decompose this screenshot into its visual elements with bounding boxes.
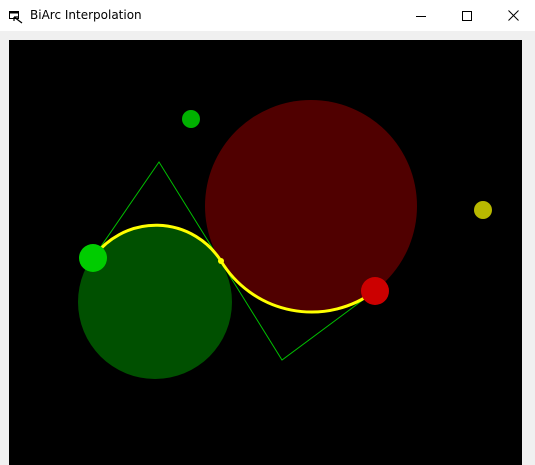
app-window: BiArc Interpolation xyxy=(0,0,535,465)
maximize-button[interactable] xyxy=(444,0,490,31)
end-tangent-handle[interactable] xyxy=(474,201,492,219)
app-icon xyxy=(9,9,23,24)
start-point-handle[interactable] xyxy=(79,244,107,272)
biarc-joint-point xyxy=(218,258,224,264)
drawing-canvas[interactable] xyxy=(9,40,522,465)
start-tangent-handle[interactable] xyxy=(182,110,200,128)
window-title: BiArc Interpolation xyxy=(30,8,142,22)
close-button[interactable] xyxy=(490,0,535,31)
maximize-icon xyxy=(462,10,472,21)
title-bar[interactable]: BiArc Interpolation xyxy=(0,0,535,31)
end-point-handle[interactable] xyxy=(361,277,389,305)
close-icon xyxy=(507,10,519,21)
minimize-icon xyxy=(416,11,426,21)
minimize-button[interactable] xyxy=(398,0,444,31)
